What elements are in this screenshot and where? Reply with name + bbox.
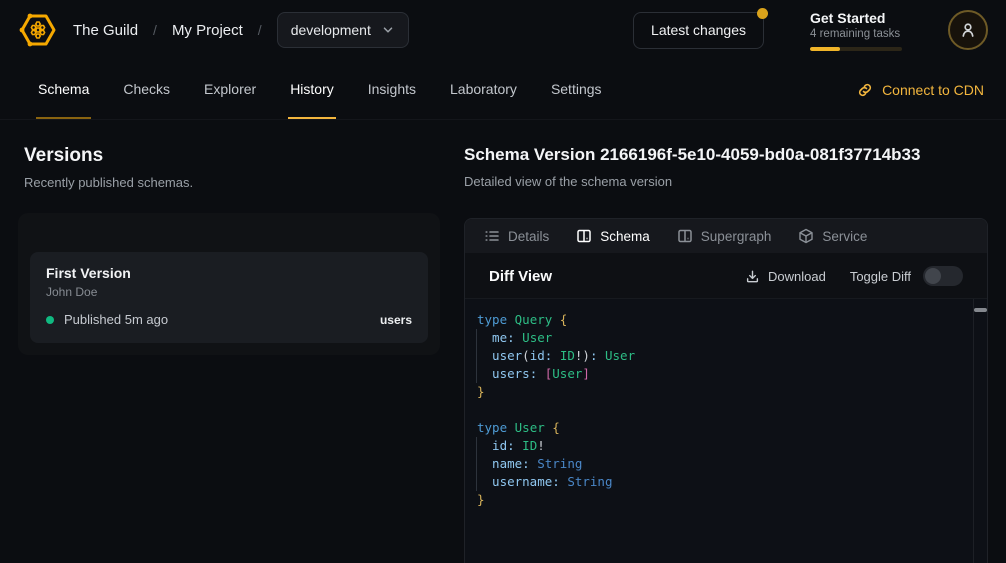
breadcrumb-separator: / (258, 22, 262, 38)
diff-view-actions: Download Toggle Diff (745, 266, 963, 286)
toggle-diff-knob (925, 268, 941, 284)
sdl-code-viewer[interactable]: type Query { me: User user(id: ID!): Use… (465, 299, 987, 563)
breadcrumb: The Guild / My Project / development (18, 10, 409, 50)
schema-panel-tabs: Details Schema Supergraph (465, 219, 987, 254)
code-line: username: String (476, 473, 961, 491)
tab-details-label: Details (508, 229, 549, 244)
person-icon (959, 21, 977, 39)
version-meta-row: Published 5m ago users (46, 312, 412, 327)
code-line: id: ID! (476, 437, 961, 455)
code-line: } (476, 383, 961, 401)
target-nav: Schema Checks Explorer History Insights … (0, 60, 1006, 120)
service-badge: users (380, 313, 412, 327)
toggle-diff-switch[interactable] (923, 266, 963, 286)
code-line: } (476, 491, 961, 509)
tab-supergraph[interactable]: Supergraph (677, 228, 772, 244)
columns-icon (677, 228, 693, 244)
connect-to-cdn-button[interactable]: Connect to CDN (857, 60, 984, 119)
tab-schema-label: Schema (600, 229, 650, 244)
breadcrumb-project[interactable]: My Project (172, 22, 243, 39)
code-line (476, 401, 961, 419)
nav-tab-settings[interactable]: Settings (549, 60, 604, 119)
connect-to-cdn-label: Connect to CDN (882, 82, 984, 98)
tab-supergraph-label: Supergraph (701, 229, 772, 244)
header-actions: Latest changes Get Started 4 remaining t… (633, 10, 988, 51)
breadcrumb-separator: / (153, 22, 157, 38)
nav-tab-history[interactable]: History (288, 60, 336, 119)
download-button[interactable]: Download (745, 269, 826, 284)
toggle-diff-label: Toggle Diff (850, 269, 911, 284)
latest-changes-label: Latest changes (651, 22, 746, 38)
download-label: Download (768, 269, 826, 284)
tab-schema[interactable]: Schema (576, 228, 650, 244)
schema-version-subtitle: Detailed view of the schema version (464, 174, 988, 189)
tab-service-label: Service (822, 229, 867, 244)
code-line: users: [User] (476, 365, 961, 383)
sdl-code: type Query { me: User user(id: ID!): Use… (476, 311, 961, 509)
get-started-progressbar (810, 47, 902, 51)
environment-dropdown-value: development (291, 22, 371, 38)
code-line: type User { (476, 419, 961, 437)
cube-icon (798, 228, 814, 244)
notification-dot (757, 8, 768, 19)
versions-title: Versions (24, 145, 440, 167)
tab-service[interactable]: Service (798, 228, 867, 244)
diff-view-title: Diff View (489, 268, 552, 285)
diff-view-header: Diff View Download Toggle Diff (465, 254, 987, 299)
list-icon (484, 228, 500, 244)
tab-details[interactable]: Details (484, 228, 549, 244)
nav-tab-explorer[interactable]: Explorer (202, 60, 258, 119)
version-status: Published 5m ago (64, 312, 168, 327)
get-started-widget[interactable]: Get Started 4 remaining tasks (810, 10, 902, 51)
schema-version-title: Schema Version 2166196f-5e10-4059-bd0a-0… (464, 145, 988, 165)
link-icon (857, 82, 873, 98)
schema-version-panel: Details Schema Supergraph (464, 218, 988, 563)
version-list-item[interactable]: First Version John Doe Published 5m ago … (30, 252, 428, 343)
nav-tab-schema[interactable]: Schema (36, 60, 91, 119)
top-header: The Guild / My Project / development Lat… (0, 0, 1006, 60)
versions-header: Versions Recently published schemas. (24, 145, 440, 190)
hive-logo-icon[interactable] (18, 10, 58, 50)
toggle-diff-group: Toggle Diff (850, 266, 963, 286)
code-scrollbar-track (973, 299, 974, 563)
version-name: First Version (46, 265, 412, 281)
nav-tab-checks[interactable]: Checks (121, 60, 172, 119)
get-started-title: Get Started (810, 10, 902, 26)
download-icon (745, 269, 760, 284)
schema-version-header: Schema Version 2166196f-5e10-4059-bd0a-0… (464, 145, 988, 189)
code-line: type Query { (476, 311, 961, 329)
code-scrollbar-thumb[interactable] (974, 308, 987, 312)
published-status-dot (46, 316, 54, 324)
code-line: me: User (476, 329, 961, 347)
code-line: user(id: ID!): User (476, 347, 961, 365)
user-avatar[interactable] (948, 10, 988, 50)
versions-subtitle: Recently published schemas. (24, 175, 440, 190)
chevron-down-icon (381, 23, 395, 37)
environment-dropdown[interactable]: development (277, 12, 409, 48)
get-started-progress-fill (810, 47, 840, 51)
latest-changes-button[interactable]: Latest changes (633, 12, 764, 49)
breadcrumb-org[interactable]: The Guild (73, 22, 138, 39)
code-line: name: String (476, 455, 961, 473)
columns-icon (576, 228, 592, 244)
nav-tab-laboratory[interactable]: Laboratory (448, 60, 519, 119)
versions-list-card: First Version John Doe Published 5m ago … (18, 213, 440, 355)
nav-tab-insights[interactable]: Insights (366, 60, 418, 119)
get-started-subtitle: 4 remaining tasks (810, 28, 902, 40)
version-author: John Doe (46, 285, 412, 299)
